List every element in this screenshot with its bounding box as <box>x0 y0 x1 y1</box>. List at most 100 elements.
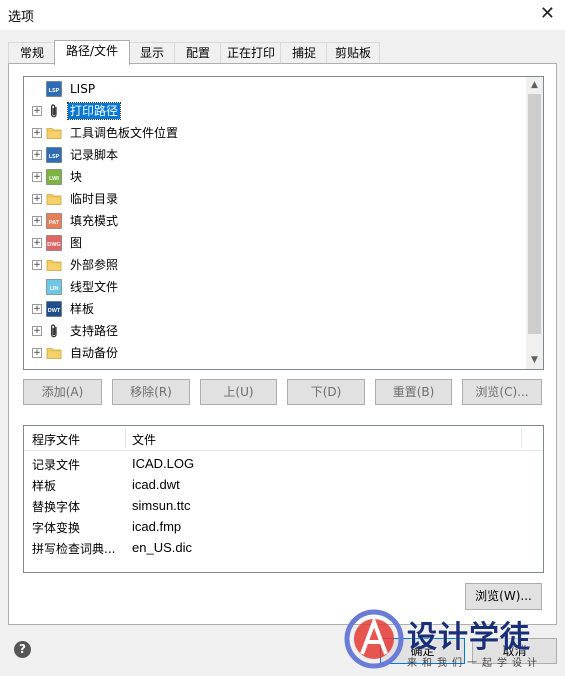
title-bar: 选项 ✕ <box>0 0 565 30</box>
scroll-down-arrow-icon[interactable]: ▼ <box>526 352 543 369</box>
tree-item-label: 打印路径 <box>66 102 122 120</box>
tree-item[interactable]: + 外部参照 <box>24 254 524 276</box>
column-divider[interactable] <box>125 428 126 448</box>
tree-item[interactable]: + 打印路径 <box>24 100 524 122</box>
watermark: 设计学徒 来和我们一起学设计 <box>343 608 565 676</box>
expand-plus-icon[interactable]: + <box>32 106 42 116</box>
tree-item[interactable]: LIN 线型文件 <box>24 276 524 298</box>
list-item-key: 记录文件 <box>32 458 81 472</box>
expand-plus-icon[interactable]: + <box>32 216 42 226</box>
lin-file-icon: LIN <box>46 279 62 295</box>
list-item[interactable]: 样板 icad.dwt <box>24 474 543 495</box>
remove-button[interactable]: 移除(R) <box>112 379 190 405</box>
expand-plus-icon[interactable]: + <box>32 326 42 336</box>
list-item[interactable]: 字体变换 icad.fmp <box>24 516 543 537</box>
reset-button[interactable]: 重置(B) <box>375 379 452 405</box>
column-divider[interactable] <box>521 428 522 448</box>
scroll-thumb[interactable] <box>528 94 541 334</box>
paperclip-icon <box>46 323 62 339</box>
expand-plus-icon[interactable]: + <box>32 238 42 248</box>
window-title: 选项 <box>8 10 35 25</box>
move-down-button[interactable]: 下(D) <box>287 379 365 405</box>
dwt-file-icon: DWT <box>46 301 62 317</box>
list-item-value: simsun.ttc <box>132 498 191 513</box>
close-icon[interactable]: ✕ <box>540 3 555 25</box>
list-item-key: 样板 <box>32 479 57 493</box>
scroll-up-arrow-icon[interactable]: ▲ <box>526 77 543 94</box>
tab-printing[interactable]: 正在打印 <box>220 42 282 64</box>
expand-plus-icon[interactable]: + <box>32 194 42 204</box>
tree-item[interactable]: + 支持路径 <box>24 320 524 342</box>
watermark-title: 设计学徒 <box>407 620 531 655</box>
tree-item-label: 记录脚本 <box>70 148 119 162</box>
tree-item-label: 块 <box>70 170 83 184</box>
tree-item-label: 外部参照 <box>70 258 119 272</box>
list-item-key: 拼写检查词典... <box>32 542 116 556</box>
lwi-file-icon: LWI <box>46 169 62 185</box>
tree-item-label: 线型文件 <box>70 280 119 294</box>
folder-icon <box>46 345 62 361</box>
expand-plus-icon[interactable]: + <box>32 260 42 270</box>
tree-item-label: 填充模式 <box>70 214 119 228</box>
svg-text:LIN: LIN <box>50 286 59 292</box>
paperclip-icon <box>46 103 62 119</box>
help-icon[interactable]: ? <box>14 641 31 658</box>
tree-item[interactable]: + 临时目录 <box>24 188 524 210</box>
folder-icon <box>46 125 62 141</box>
tree-item-label: LISP <box>70 82 96 96</box>
expand-plus-icon[interactable]: + <box>32 348 42 358</box>
tree-item-label: 图 <box>70 236 83 250</box>
tree-item-label: 临时目录 <box>70 192 119 206</box>
column-header-file[interactable]: 文件 <box>132 431 156 448</box>
tab-display[interactable]: 显示 <box>128 42 176 64</box>
expand-plus-icon[interactable]: + <box>32 150 42 160</box>
list-item-value: icad.dwt <box>132 477 180 492</box>
lsp-file-icon: LSP <box>46 147 62 163</box>
tree-item[interactable]: + 自动备份 <box>24 342 524 364</box>
list-item-value: ICAD.LOG <box>132 456 195 471</box>
tab-general[interactable]: 常规 <box>8 42 56 64</box>
watermark-subtitle: 来和我们一起学设计 <box>407 658 542 669</box>
tree-item-label: 支持路径 <box>70 324 119 338</box>
tab-snap[interactable]: 捕捉 <box>280 42 328 64</box>
tree-item[interactable]: + 工具调色板文件位置 <box>24 122 524 144</box>
program-files-list[interactable]: 程序文件 文件 记录文件 ICAD.LOG 样板 icad.dwt 替换字体 s… <box>23 425 544 573</box>
list-item[interactable]: 拼写检查词典... en_US.dic <box>24 537 543 558</box>
list-item[interactable]: 替换字体 simsun.ttc <box>24 495 543 516</box>
list-header: 程序文件 文件 <box>24 426 543 451</box>
tree-item[interactable]: + DWG 图 <box>24 232 524 254</box>
tab-profiles[interactable]: 配置 <box>174 42 222 64</box>
tree-item[interactable]: + LWI 块 <box>24 166 524 188</box>
tree-vertical-scrollbar[interactable]: ▲ ▼ <box>526 77 543 369</box>
tree-item[interactable]: + DWT 样板 <box>24 298 524 320</box>
browse-path-button[interactable]: 浏览(C)... <box>462 379 542 405</box>
tree-item-label: 工具调色板文件位置 <box>70 126 179 140</box>
dwg-file-icon: DWG <box>46 235 62 251</box>
tab-clipboard[interactable]: 剪贴板 <box>326 42 380 64</box>
list-item[interactable]: 记录文件 ICAD.LOG <box>24 453 543 474</box>
svg-text:LSP: LSP <box>49 154 60 160</box>
tab-paths-files[interactable]: 路径/文件 <box>54 40 130 65</box>
pat-file-icon: PAT <box>46 213 62 229</box>
expand-plus-icon[interactable]: + <box>32 172 42 182</box>
expand-plus-icon[interactable]: + <box>32 128 42 138</box>
folder-icon <box>46 257 62 273</box>
svg-text:LWI: LWI <box>49 176 59 182</box>
move-up-button[interactable]: 上(U) <box>200 379 277 405</box>
watermark-logo-icon <box>344 609 404 669</box>
tree-item[interactable]: + LSP 记录脚本 <box>24 144 524 166</box>
path-tree-view[interactable]: LSP LISP + 打印路径 + 工具调色板文件位置 + LSP 记录脚本 + LWI 块 + 临时目录… <box>23 76 544 370</box>
column-header-program-file[interactable]: 程序文件 <box>32 431 80 448</box>
tree-item[interactable]: + PAT 填充模式 <box>24 210 524 232</box>
expand-plus-icon[interactable]: + <box>32 304 42 314</box>
list-item-value: icad.fmp <box>132 519 182 534</box>
lsp-file-icon: LSP <box>46 81 62 97</box>
add-button[interactable]: 添加(A) <box>23 379 102 405</box>
list-item-value: en_US.dic <box>132 540 192 555</box>
list-item-key: 字体变换 <box>32 521 81 535</box>
tree-item[interactable]: LSP LISP <box>24 78 524 100</box>
folder-icon <box>46 191 62 207</box>
browse-file-button[interactable]: 浏览(W)... <box>465 583 542 610</box>
tree-item-label: 自动备份 <box>70 346 119 360</box>
tree-item-label: 样板 <box>70 302 95 316</box>
